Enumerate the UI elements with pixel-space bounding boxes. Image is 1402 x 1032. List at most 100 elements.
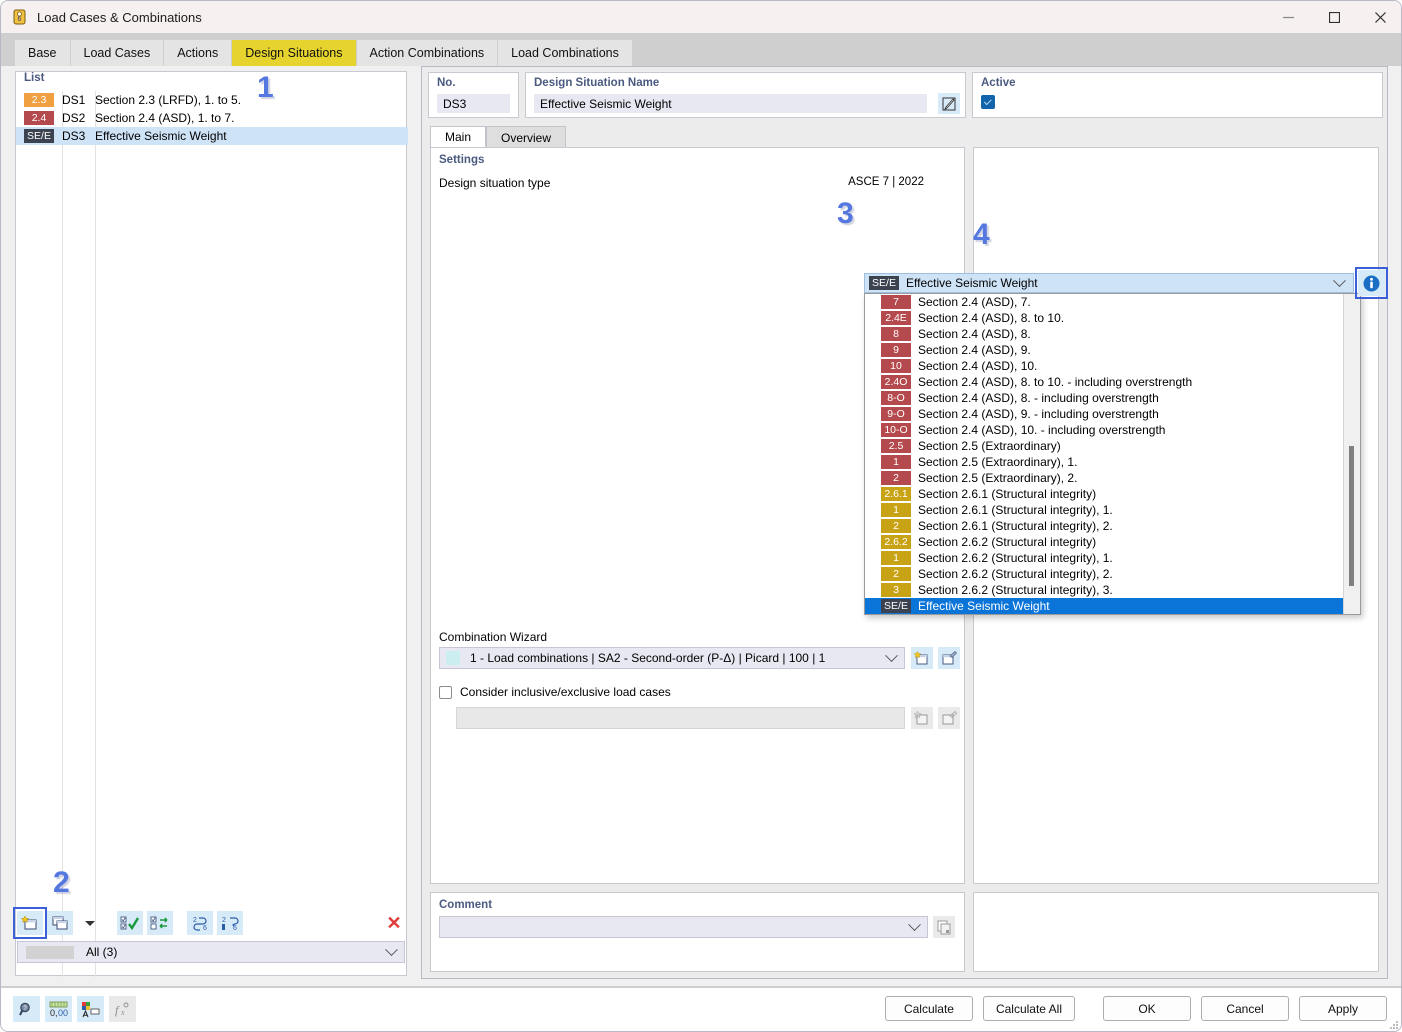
ok-button[interactable]: OK (1103, 996, 1191, 1021)
dropdown-option-badge-cell: 9-O (869, 407, 911, 421)
active-checkbox[interactable] (981, 95, 995, 109)
tab-design-situations[interactable]: Design Situations (232, 40, 357, 66)
tab-base[interactable]: Base (15, 40, 71, 66)
detail-tab-strip: Main Overview (430, 125, 567, 148)
calculate-all-button[interactable]: Calculate All (982, 996, 1075, 1021)
dropdown-option[interactable]: 9 Section 2.4 (ASD), 9. (865, 342, 1344, 358)
design-situations-list-panel: List 2.3 DS1 Section 2.3 (LRFD), 1. to 5. 2… (15, 71, 408, 977)
list-item-no: DS2 (62, 111, 86, 125)
tab-load-cases[interactable]: Load Cases (70, 40, 165, 66)
copy-design-situation-button[interactable] (47, 911, 73, 935)
dropdown-option[interactable]: 2.6.1 Section 2.6.1 (Structural integrity… (865, 486, 1344, 502)
dropdown-option-badge: SE/E (881, 599, 911, 613)
dropdown-option-badge: 2 (881, 567, 911, 581)
design-situation-type-dropdown[interactable]: 7 Section 2.4 (ASD), 7. 2.4E Section 2.4 (A… (864, 293, 1361, 615)
dropdown-option[interactable]: 10 Section 2.4 (ASD), 10. (865, 358, 1344, 374)
sort-numeric-button[interactable]: 2 6 (217, 911, 243, 935)
window-controls (1265, 1, 1401, 33)
dropdown-option[interactable]: 8 Section 2.4 (ASD), 8. (865, 326, 1344, 342)
dropdown-option-badge: 2 (881, 471, 911, 485)
search-button[interactable]: ? (13, 996, 40, 1022)
dropdown-option[interactable]: 2 Section 2.6.1 (Structural integrity), 2… (865, 518, 1344, 534)
dropdown-option-text: Section 2.4 (ASD), 8. (918, 327, 1031, 341)
design-situations-list[interactable]: 2.3 DS1 Section 2.3 (LRFD), 1. to 5. 2.4 DS2… (16, 91, 408, 145)
list-item-badge-cell: 2.4 (16, 111, 62, 125)
comment-copy-button[interactable] (933, 916, 955, 938)
dropdown-option-badge: 9-O (881, 407, 911, 421)
detail-header-row: No. DS3 Design Situation Name Effective … (428, 72, 1383, 118)
invert-selection-button[interactable] (147, 911, 173, 935)
detail-tab-main[interactable]: Main (430, 126, 487, 148)
list-column-divider-2 (95, 91, 96, 977)
dropdown-option-badge-cell: 3 (869, 583, 911, 597)
list-item[interactable]: 2.4 DS2 Section 2.4 (ASD), 1. to 7. (16, 109, 408, 127)
search-magnifier-icon: ? (19, 1002, 30, 1015)
new-design-situation-button[interactable] (13, 907, 47, 939)
dropdown-option[interactable]: 8-O Section 2.4 (ASD), 8. - including ove… (865, 390, 1344, 406)
dropdown-scroll-thumb[interactable] (1349, 446, 1354, 586)
no-input[interactable]: DS3 (437, 94, 510, 113)
colors-panel-button[interactable] (77, 996, 104, 1022)
dropdown-option-text: Section 2.4 (ASD), 10. - including overs… (918, 423, 1166, 437)
design-situation-type-combo[interactable]: SE/E Effective Seismic Weight (864, 273, 1354, 293)
dropdown-option[interactable]: 3 Section 2.6.2 (Structural integrity), 3… (865, 582, 1344, 598)
minimize-button[interactable] (1265, 1, 1311, 33)
combination-wizard-buttons (911, 647, 960, 669)
dropdown-option-badge: 10 (881, 359, 911, 373)
dropdown-option[interactable]: 2.6.2 Section 2.6.2 (Structural integrity… (865, 534, 1344, 550)
dropdown-option[interactable]: 7 Section 2.4 (ASD), 7. (865, 294, 1344, 310)
dropdown-option[interactable]: 1 Section 2.5 (Extraordinary), 1. (865, 454, 1344, 470)
resize-grip[interactable] (1389, 1020, 1399, 1030)
delete-button[interactable]: ✕ (381, 911, 407, 935)
main-tab-strip: Base Load Cases Actions Design Situations Ac… (1, 33, 1401, 66)
dropdown-option-badge-cell: 10 (869, 359, 911, 373)
design-situation-name-input[interactable]: Effective Seismic Weight (534, 94, 927, 113)
dropdown-option[interactable]: SE/E Effective Seismic Weight (865, 598, 1344, 614)
dropdown-option-badge: 8 (881, 327, 911, 341)
renumber-button[interactable]: 2 6 (187, 911, 213, 935)
maximize-button[interactable] (1311, 1, 1357, 33)
name-field-box: Design Situation Name Effective Seismic … (525, 72, 966, 118)
dropdown-option[interactable]: 2 Section 2.5 (Extraordinary), 2. (865, 470, 1344, 486)
dropdown-option-badge-cell: 8-O (869, 391, 911, 405)
edit-name-button[interactable] (938, 93, 960, 114)
dropdown-option[interactable]: 2.5 Section 2.5 (Extraordinary) (865, 438, 1344, 454)
tab-actions[interactable]: Actions (164, 40, 233, 66)
chevron-down-icon (385, 942, 398, 956)
design-situation-info-button[interactable] (1355, 267, 1388, 299)
cancel-button[interactable]: Cancel (1201, 996, 1289, 1021)
dropdown-option-badge: 7 (881, 295, 911, 309)
comment-label: Comment (439, 899, 493, 911)
dropdown-scrollbar[interactable] (1343, 294, 1360, 614)
new-wizard-button[interactable] (911, 647, 933, 669)
dropdown-option[interactable]: 9-O Section 2.4 (ASD), 9. - including ove… (865, 406, 1344, 422)
comment-combo[interactable] (439, 916, 928, 938)
detail-tab-overview[interactable]: Overview (486, 126, 567, 148)
apply-button[interactable]: Apply (1299, 996, 1387, 1021)
design-situation-name-label: Design Situation Name (534, 77, 660, 89)
calculate-button[interactable]: Calculate (884, 996, 973, 1021)
svg-text:00: 00 (58, 1008, 68, 1018)
select-all-button[interactable] (117, 911, 143, 935)
inclusive-exclusive-checkbox[interactable] (439, 685, 452, 699)
dropdown-option[interactable]: 10-O Section 2.4 (ASD), 10. - including o… (865, 422, 1344, 438)
dropdown-option[interactable]: 2.4O Section 2.4 (ASD), 8. to 10. - inclu… (865, 374, 1344, 390)
list-item[interactable]: 2.3 DS1 Section 2.3 (LRFD), 1. to 5. (16, 91, 408, 109)
dropdown-option-badge: 10-O (881, 423, 911, 437)
tab-action-combinations[interactable]: Action Combinations (356, 40, 499, 66)
no-label: No. (437, 77, 456, 89)
dropdown-option[interactable]: 2.4E Section 2.4 (ASD), 8. to 10. (865, 310, 1344, 326)
dropdown-option[interactable]: 1 Section 2.6.2 (Structural integrity), 1… (865, 550, 1344, 566)
dropdown-arrow-button[interactable] (77, 911, 103, 935)
edit-wizard-button[interactable] (938, 647, 960, 669)
close-button[interactable] (1357, 1, 1401, 33)
combination-wizard-combo[interactable]: 1 - Load combinations | SA2 - Second-ord… (439, 647, 905, 669)
dropdown-option-badge-cell: 2.5 (869, 439, 911, 453)
list-filter-combo[interactable]: All (3) (17, 941, 405, 963)
decimal-places-button[interactable]: 0, 00 (45, 996, 72, 1022)
tab-load-combinations[interactable]: Load Combinations (498, 40, 633, 66)
dropdown-option[interactable]: 1 Section 2.6.1 (Structural integrity), 1… (865, 502, 1344, 518)
inclusive-exclusive-row[interactable]: Consider inclusive/exclusive load cases (439, 685, 671, 699)
dropdown-option[interactable]: 2 Section 2.6.2 (Structural integrity), 2… (865, 566, 1344, 582)
list-item[interactable]: SE/E DS3 Effective Seismic Weight (16, 127, 408, 145)
